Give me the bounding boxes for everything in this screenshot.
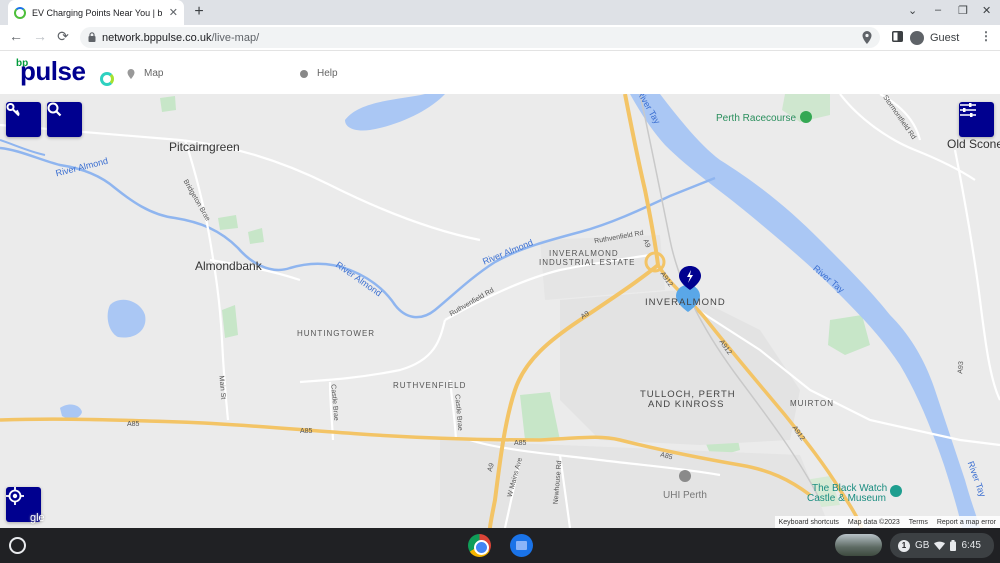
side-panel-icon[interactable]: [892, 31, 903, 42]
report-map-error-link[interactable]: Report a map error: [937, 519, 996, 526]
status-tray[interactable]: 1 GB 6:45: [890, 533, 994, 558]
map-attribution-bar: Keyboard shortcuts Map data ©2023 Terms …: [774, 516, 1000, 528]
launcher-button[interactable]: [9, 537, 26, 554]
logo-pulse-text: pulse: [20, 56, 86, 86]
os-shelf: 1 GB 6:45: [0, 528, 1000, 563]
nav-help-label: Help: [317, 68, 338, 79]
map-data-label: Map data ©2023: [847, 518, 900, 526]
info-icon: [300, 69, 308, 78]
profile-label: Guest: [930, 31, 960, 44]
sliders-icon: [960, 103, 976, 117]
logo-ring-icon: [100, 72, 114, 86]
forward-button[interactable]: →: [30, 28, 50, 44]
nav-map-link[interactable]: Map: [127, 68, 163, 79]
close-window-button[interactable]: ✕: [982, 4, 991, 17]
reload-button[interactable]: ⟳: [53, 28, 73, 45]
tab-close-icon[interactable]: ✕: [169, 6, 178, 19]
keyboard-shortcuts-link[interactable]: Keyboard shortcuts: [779, 519, 839, 526]
network-label: GB: [915, 540, 930, 551]
new-tab-button[interactable]: +: [190, 3, 208, 21]
back-button[interactable]: ←: [6, 28, 26, 44]
key-button[interactable]: [6, 102, 41, 137]
avatar-icon: [910, 30, 924, 45]
browser-tab[interactable]: EV Charging Points Near You | b ✕: [8, 0, 184, 25]
site-header: bp pulse Map Help: [0, 52, 1000, 94]
notification-badge: 1: [898, 539, 910, 552]
nav-map-label: Map: [144, 68, 164, 79]
key-icon: [6, 103, 20, 117]
files-app-icon[interactable]: [510, 534, 533, 557]
crosshair-icon: [6, 487, 24, 505]
battery-icon: [950, 540, 957, 551]
tab-title: EV Charging Points Near You | b: [32, 7, 163, 18]
locate-me-button[interactable]: [6, 487, 41, 522]
tab-search-icon[interactable]: ⌄: [908, 4, 917, 17]
nav-help-link[interactable]: Help: [300, 68, 338, 79]
lock-icon: [88, 32, 96, 42]
screenshot-thumbnail[interactable]: [835, 534, 882, 556]
map-pin-icon: [127, 68, 135, 79]
search-button[interactable]: [47, 102, 82, 137]
terms-link[interactable]: Terms: [909, 519, 928, 526]
more-menu-icon[interactable]: ⋮: [980, 29, 992, 43]
map-base-layer: [0, 94, 1000, 528]
profile-button[interactable]: Guest: [910, 27, 959, 48]
map-canvas[interactable]: Pitcairngreen Almondbank Old Scone Perth…: [0, 94, 1000, 528]
maximize-button[interactable]: ❐: [958, 4, 968, 17]
chrome-app-icon[interactable]: [468, 534, 491, 557]
address-bar[interactable]: network.bppulse.co.uk/live-map/: [80, 27, 880, 48]
minimize-button[interactable]: –: [935, 4, 941, 16]
browser-tab-strip: EV Charging Points Near You | b ✕ + ⌄ – …: [0, 0, 1000, 25]
clock-time: 6:45: [961, 540, 981, 551]
url-host: network.bppulse.co.uk: [102, 31, 212, 44]
search-icon: [47, 102, 62, 117]
location-icon[interactable]: [862, 31, 872, 44]
browser-toolbar: ← → ⟳ network.bppulse.co.uk/live-map/ Gu…: [0, 25, 1000, 51]
bp-pulse-favicon-icon: [14, 6, 26, 19]
wifi-icon: [934, 541, 946, 550]
url-path: /live-map/: [211, 31, 260, 44]
filter-button[interactable]: [959, 102, 994, 137]
